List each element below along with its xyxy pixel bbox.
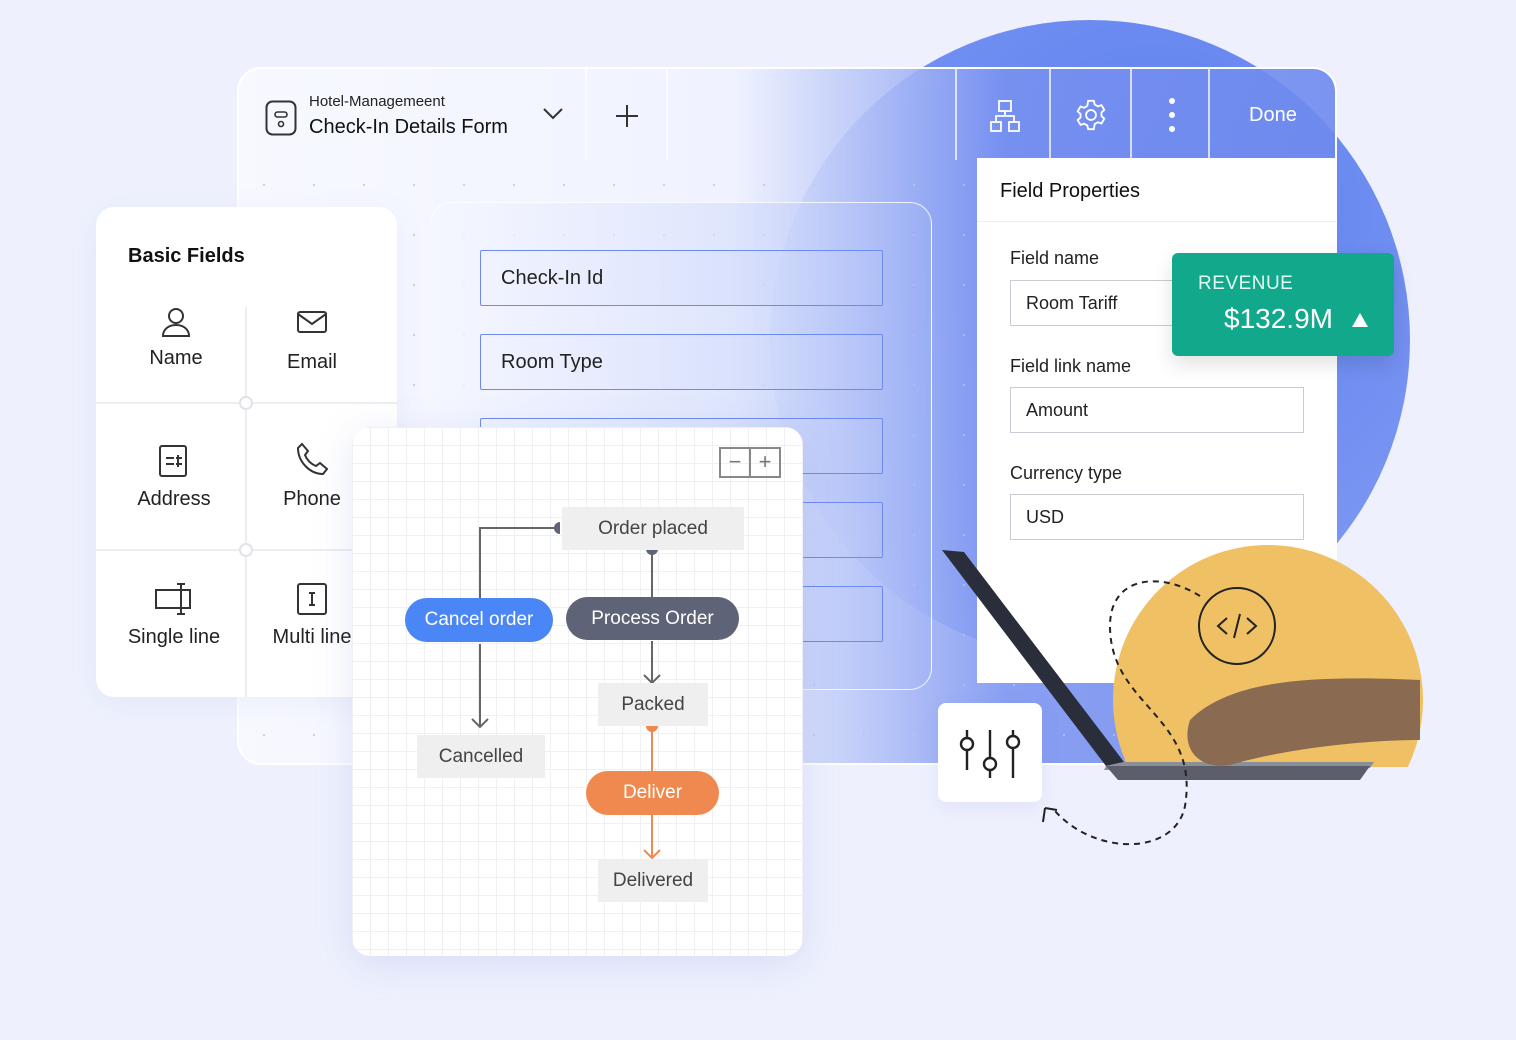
done-button[interactable]: Done — [1249, 104, 1297, 127]
more-options-icon[interactable] — [1168, 97, 1176, 133]
state-order-placed[interactable]: Order placed — [562, 507, 744, 550]
add-icon[interactable] — [615, 104, 639, 128]
state-cancelled[interactable]: Cancelled — [417, 735, 545, 778]
chevron-down-icon[interactable] — [542, 107, 564, 121]
workflow-icon[interactable] — [990, 100, 1020, 132]
form-icon — [265, 100, 297, 136]
settings-sliders-card[interactable] — [938, 703, 1042, 802]
state-packed[interactable]: Packed — [598, 683, 708, 726]
workflow-card: − + Order placed Cancel order Process Or… — [352, 427, 803, 956]
multi-line-icon — [297, 583, 327, 615]
cancel-order-action[interactable]: Cancel order — [405, 598, 553, 642]
phone-icon — [296, 442, 328, 476]
field-label: Name — [149, 347, 203, 369]
process-order-action[interactable]: Process Order — [566, 597, 739, 640]
field-label: Single line — [127, 626, 221, 648]
basic-fields-title: Basic Fields — [128, 245, 245, 267]
address-icon — [159, 445, 187, 477]
revenue-value: $132.9M — [1224, 303, 1333, 334]
header-bar: Hotel-Managemeent Check-In Details Form … — [239, 69, 1335, 160]
field-label: Email — [286, 351, 337, 373]
state-delivered[interactable]: Delivered — [598, 859, 708, 902]
field-link-name-label: Field link name — [1010, 356, 1132, 376]
field-label: Phone — [283, 488, 341, 510]
app-name: Hotel-Managemeent — [309, 93, 445, 110]
field-name-label: Field name — [1010, 248, 1100, 268]
form-field[interactable]: Check-In Id — [480, 250, 883, 306]
form-title[interactable]: Check-In Details Form — [309, 116, 508, 139]
currency-type-select[interactable]: USD — [1010, 494, 1304, 540]
basic-field-single-line[interactable]: Single line — [104, 582, 244, 649]
field-link-name-input[interactable]: Amount — [1010, 387, 1304, 433]
currency-type-label: Currency type — [1010, 463, 1123, 483]
trend-up-icon — [1352, 313, 1368, 327]
mail-icon — [297, 311, 327, 333]
basic-field-name[interactable]: Name — [106, 307, 246, 370]
form-field[interactable]: Room Type — [480, 334, 883, 390]
single-line-icon — [155, 583, 191, 615]
basic-field-email[interactable]: Email — [242, 307, 382, 374]
revenue-card: REVENUE $132.9M — [1172, 253, 1394, 356]
deliver-action[interactable]: Deliver — [586, 771, 719, 815]
field-label: Address — [137, 488, 211, 510]
field-label: Multi line — [272, 626, 352, 648]
user-icon — [161, 308, 191, 337]
sliders-icon — [959, 730, 1021, 778]
gear-icon[interactable] — [1074, 98, 1108, 132]
revenue-label: REVENUE — [1198, 273, 1294, 294]
panel-title: Field Properties — [1000, 180, 1141, 202]
basic-field-address[interactable]: Address — [104, 444, 244, 511]
